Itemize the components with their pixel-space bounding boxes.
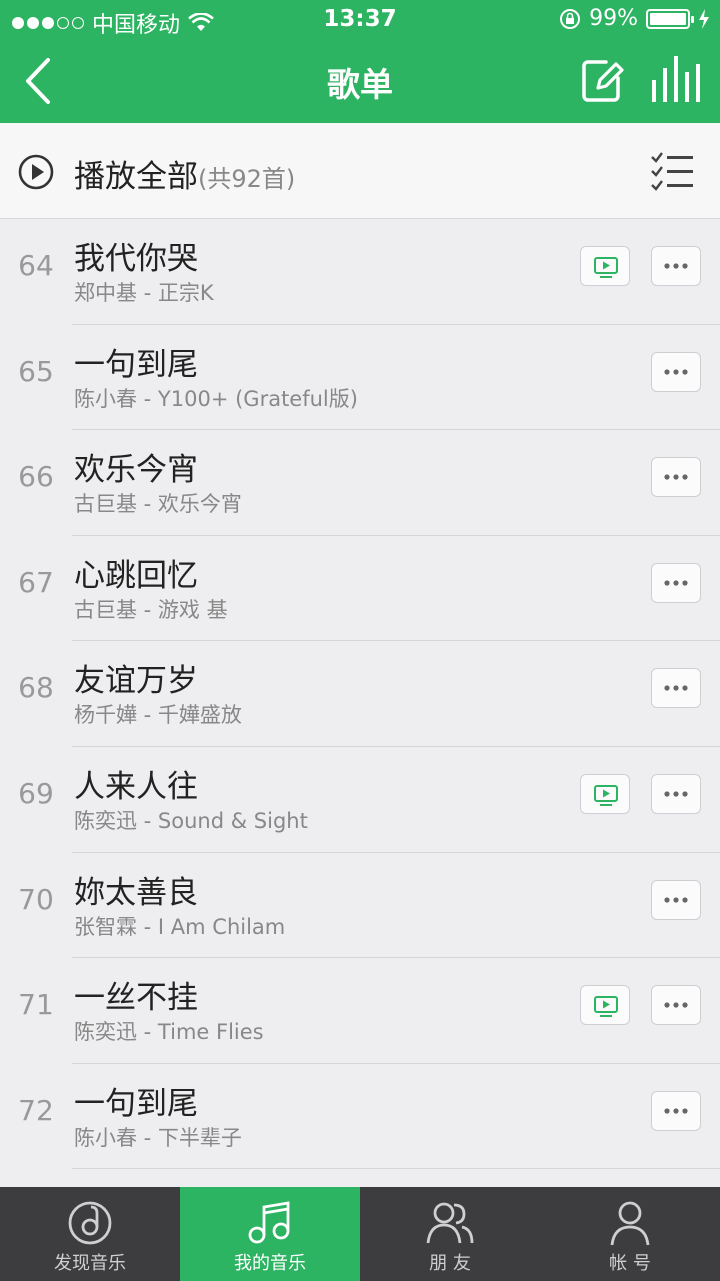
song-title: 友谊万岁: [74, 663, 198, 700]
song-title: 心跳回忆: [74, 557, 198, 594]
tab-label: 朋 友: [429, 1253, 471, 1274]
more-options-button[interactable]: [651, 668, 701, 709]
song-row[interactable]: 69 人来人往陈奕迅 - Sound & Sight: [0, 747, 720, 853]
play-circle-icon[interactable]: [18, 154, 54, 190]
more-options-button[interactable]: [651, 773, 701, 814]
tab-label: 帐 号: [609, 1253, 651, 1274]
more-dots-icon: [664, 791, 688, 797]
tab-my-music[interactable]: 我的音乐: [180, 1187, 360, 1281]
rotation-lock-icon: [560, 8, 581, 29]
more-options-button[interactable]: [651, 246, 701, 286]
song-title: 妳太善良: [74, 874, 198, 911]
song-artist-album: 陈小春 - 下半辈子: [74, 1125, 242, 1150]
top-bar: 中国移动 13:37 99% 歌单: [0, 0, 720, 123]
mv-button[interactable]: [580, 985, 630, 1026]
friends-icon: [426, 1202, 474, 1244]
song-artist-album: 杨千嬅 - 千嬅盛放: [74, 703, 242, 728]
song-artist-album: 陈小春 - Y100+ (Grateful版): [74, 386, 358, 411]
song-number: 65: [18, 354, 54, 388]
song-title: 一丝不挂: [74, 980, 198, 1017]
song-artist-album: 陈奕迅 - Time Flies: [74, 1020, 264, 1045]
song-title: 我代你哭: [74, 241, 198, 277]
song-row[interactable]: 71 一丝不挂陈奕迅 - Time Flies: [0, 958, 720, 1064]
song-number: 68: [18, 671, 54, 705]
song-row[interactable]: 72 一句到尾陈小春 - 下半辈子: [0, 1064, 720, 1170]
more-dots-icon: [664, 263, 688, 269]
song-row[interactable]: 67 心跳回忆古巨基 - 游戏 基: [0, 536, 720, 642]
song-number: 71: [18, 988, 54, 1022]
tab-label: 发现音乐: [54, 1253, 126, 1274]
battery-percent: 99%: [589, 6, 638, 31]
multi-select-icon[interactable]: [650, 151, 694, 191]
more-dots-icon: [664, 1002, 688, 1008]
battery-icon: [646, 8, 694, 29]
charging-icon: [699, 8, 709, 29]
tab-friends[interactable]: 朋 友: [360, 1187, 540, 1281]
tab-bar: 发现音乐 我的音乐 朋 友 帐 号: [0, 1187, 720, 1281]
play-all-label[interactable]: 播放全部(共92首): [74, 151, 295, 196]
more-options-button[interactable]: [651, 351, 701, 392]
song-number: 64: [18, 249, 54, 282]
mv-button[interactable]: [580, 246, 630, 286]
status-bar: 中国移动 13:37 99%: [0, 0, 720, 40]
more-options-button[interactable]: [651, 1090, 701, 1131]
song-row[interactable]: 68 友谊万岁杨千嬅 - 千嬅盛放: [0, 641, 720, 747]
song-number: 69: [18, 776, 54, 810]
song-artist-album: 郑中基 - 正宗K: [74, 281, 214, 305]
song-number: 72: [18, 1093, 54, 1127]
more-dots-icon: [664, 685, 688, 691]
song-count: (共92首): [198, 165, 296, 193]
more-dots-icon: [664, 580, 688, 586]
song-row[interactable]: 64 我代你哭郑中基 - 正宗K: [0, 219, 720, 325]
tab-label: 我的音乐: [234, 1253, 306, 1274]
song-number: 67: [18, 565, 54, 599]
disc-icon: [68, 1201, 112, 1245]
song-title: 欢乐今宵: [74, 452, 198, 489]
mv-play-icon: [594, 996, 618, 1018]
mv-play-icon: [594, 257, 618, 278]
more-dots-icon: [664, 474, 688, 480]
account-icon: [610, 1201, 650, 1246]
more-dots-icon: [664, 896, 688, 903]
tab-account[interactable]: 帐 号: [540, 1187, 720, 1281]
play-all-row[interactable]: 播放全部(共92首): [0, 123, 720, 219]
music-note-icon: [248, 1201, 290, 1244]
song-artist-album: 古巨基 - 欢乐今宵: [74, 492, 242, 517]
mv-play-icon: [594, 784, 618, 806]
tab-discover-music[interactable]: 发现音乐: [0, 1187, 180, 1281]
song-row[interactable]: 70 妳太善良张智霖 - I Am Chilam: [0, 853, 720, 959]
song-row[interactable]: 66 欢乐今宵古巨基 - 欢乐今宵: [0, 430, 720, 536]
song-number: 66: [18, 460, 54, 494]
song-row[interactable]: 65 一句到尾陈小春 - Y100+ (Grateful版): [0, 325, 720, 431]
more-options-button[interactable]: [651, 562, 701, 603]
song-artist-album: 陈奕迅 - Sound & Sight: [74, 808, 308, 833]
song-title: 一句到尾: [74, 1085, 198, 1122]
song-title: 人来人往: [74, 768, 198, 805]
more-options-button[interactable]: [651, 985, 701, 1026]
song-list: 64 我代你哭 郑中基 - 正宗K 65 一句到尾 陈小春 - Y100+ (Gratef…: [0, 219, 720, 1275]
song-artist-album: 张智霖 - I Am Chilam: [74, 914, 286, 939]
equalizer-icon[interactable]: [648, 54, 700, 106]
mv-button[interactable]: [580, 773, 630, 814]
song-title: 一句到尾: [74, 346, 198, 383]
more-options-button[interactable]: [651, 457, 701, 498]
more-dots-icon: [664, 368, 688, 375]
song-artist-album: 古巨基 - 游戏 基: [74, 597, 228, 622]
more-dots-icon: [664, 1108, 688, 1114]
nav-bar: 歌单: [0, 40, 720, 123]
edit-icon[interactable]: [578, 54, 626, 106]
song-number: 70: [18, 882, 54, 916]
more-options-button[interactable]: [651, 879, 701, 920]
